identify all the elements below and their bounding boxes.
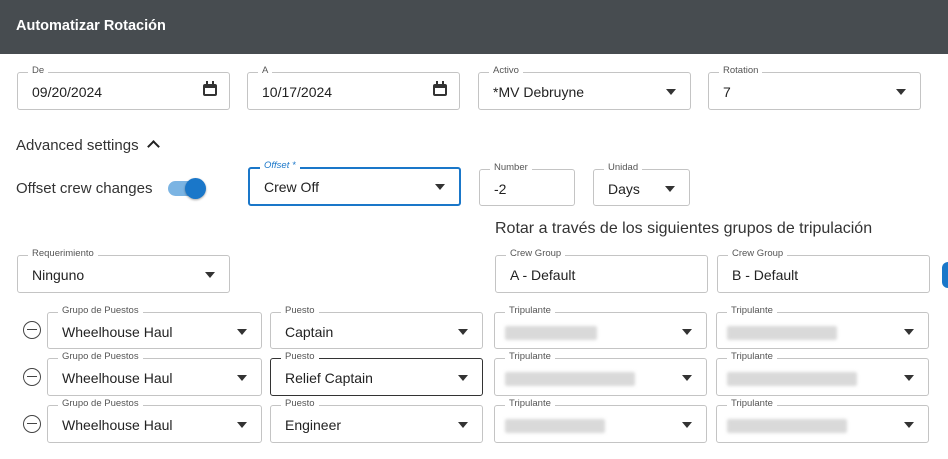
offset-label: Offset * xyxy=(260,160,300,172)
activo-select[interactable]: Activo *MV Debruyne xyxy=(478,65,691,110)
tripulante-a-select[interactable]: Tripulante xyxy=(494,351,707,396)
chevron-down-icon xyxy=(904,375,914,381)
puesto-select[interactable]: Puesto Relief Captain xyxy=(270,351,483,396)
tripulante-b-select[interactable]: Tripulante xyxy=(716,305,929,349)
grupo-puestos-value: Wheelhouse Haul xyxy=(62,370,173,386)
grupo-puestos-label: Grupo de Puestos xyxy=(58,351,143,363)
offset-crew-changes-label: Offset crew changes xyxy=(16,180,153,197)
grupo-puestos-value: Wheelhouse Haul xyxy=(62,417,173,433)
switch-knob[interactable] xyxy=(185,178,206,199)
calendar-icon[interactable] xyxy=(203,81,217,96)
requerimiento-label: Requerimiento xyxy=(28,248,98,260)
tripulante-b-select[interactable]: Tripulante xyxy=(716,351,929,396)
grupo-puestos-value: Wheelhouse Haul xyxy=(62,324,173,340)
number-input[interactable]: Number -2 xyxy=(479,162,575,206)
grupo-puestos-label: Grupo de Puestos xyxy=(58,305,143,317)
tripulante-b-select[interactable]: Tripulante xyxy=(716,398,929,443)
side-panel-handle[interactable] xyxy=(942,262,948,288)
unidad-value: Days xyxy=(608,181,640,197)
tripulante-label: Tripulante xyxy=(727,351,777,363)
grupo-puestos-select[interactable]: Grupo de Puestos Wheelhouse Haul xyxy=(47,305,262,349)
chevron-down-icon xyxy=(435,184,445,190)
date-to-value: 10/17/2024 xyxy=(262,84,333,100)
rotate-groups-heading: Rotar a través de los siguientes grupos … xyxy=(495,220,873,237)
chevron-down-icon xyxy=(665,186,675,192)
date-to-label: A xyxy=(258,65,273,77)
tripulante-a-select[interactable]: Tripulante xyxy=(494,398,707,443)
dialog-title: Automatizar Rotación xyxy=(16,18,166,34)
crew-group-label: Crew Group xyxy=(728,248,788,260)
chevron-down-icon xyxy=(458,329,468,335)
crew-group-value: B - Default xyxy=(732,267,799,283)
activo-label: Activo xyxy=(489,65,523,77)
chevron-down-icon xyxy=(237,329,247,335)
redacted-name xyxy=(505,372,635,386)
offset-value: Crew Off xyxy=(264,179,319,195)
unidad-select[interactable]: Unidad Days xyxy=(593,162,690,206)
dialog-title-bar: Automatizar Rotación xyxy=(0,0,948,54)
redacted-name xyxy=(727,419,847,433)
puesto-select[interactable]: Puesto Captain xyxy=(270,305,483,349)
chevron-down-icon xyxy=(666,89,676,95)
chevron-down-icon xyxy=(237,422,247,428)
puesto-value: Relief Captain xyxy=(285,370,373,386)
tripulante-label: Tripulante xyxy=(505,305,555,317)
rotation-select[interactable]: Rotation 7 xyxy=(708,65,921,110)
rotation-value: 7 xyxy=(723,84,731,100)
redacted-name xyxy=(727,372,857,386)
crew-group-label: Crew Group xyxy=(506,248,566,260)
date-to-field[interactable]: A 10/17/2024 xyxy=(247,65,460,110)
tripulante-label: Tripulante xyxy=(727,398,777,410)
number-value: -2 xyxy=(494,181,507,197)
tripulante-a-select[interactable]: Tripulante xyxy=(494,305,707,349)
puesto-label: Puesto xyxy=(281,351,319,363)
rotation-label: Rotation xyxy=(719,65,763,77)
grupo-puestos-select[interactable]: Grupo de Puestos Wheelhouse Haul xyxy=(47,351,262,396)
date-from-label: De xyxy=(28,65,49,77)
tripulante-label: Tripulante xyxy=(727,305,777,317)
chevron-down-icon xyxy=(205,272,215,278)
crew-group-value: A - Default xyxy=(510,267,576,283)
offset-select[interactable]: Offset * Crew Off xyxy=(248,160,461,206)
puesto-label: Puesto xyxy=(281,398,319,410)
chevron-down-icon xyxy=(682,375,692,381)
crew-group-a-field[interactable]: Crew Group A - Default xyxy=(495,248,708,293)
advanced-settings-title: Advanced settings xyxy=(16,137,139,154)
grupo-puestos-select[interactable]: Grupo de Puestos Wheelhouse Haul xyxy=(47,398,262,443)
grupo-puestos-label: Grupo de Puestos xyxy=(58,398,143,410)
tripulante-label: Tripulante xyxy=(505,351,555,363)
advanced-settings-toggle[interactable]: Advanced settings xyxy=(16,137,139,154)
puesto-value: Engineer xyxy=(285,417,342,433)
unidad-label: Unidad xyxy=(604,162,643,174)
requerimiento-select[interactable]: Requerimiento Ninguno xyxy=(17,248,230,293)
number-label: Number xyxy=(490,162,532,174)
puesto-label: Puesto xyxy=(281,305,319,317)
chevron-down-icon xyxy=(904,329,914,335)
chevron-down-icon xyxy=(237,375,247,381)
redacted-name xyxy=(727,326,837,340)
puesto-value: Captain xyxy=(285,324,334,340)
calendar-icon[interactable] xyxy=(433,81,447,96)
chevron-down-icon xyxy=(682,329,692,335)
date-from-field[interactable]: De 09/20/2024 xyxy=(17,65,230,110)
date-from-value: 09/20/2024 xyxy=(32,84,103,100)
chevron-down-icon xyxy=(458,375,468,381)
crew-group-b-field[interactable]: Crew Group B - Default xyxy=(717,248,930,293)
chevron-down-icon xyxy=(682,422,692,428)
tripulante-label: Tripulante xyxy=(505,398,555,410)
chevron-down-icon xyxy=(458,422,468,428)
chevron-up-icon[interactable] xyxy=(147,140,160,153)
activo-value: *MV Debruyne xyxy=(493,84,585,100)
redacted-name xyxy=(505,326,597,340)
minus-circle-icon[interactable] xyxy=(23,415,41,433)
minus-circle-icon[interactable] xyxy=(23,368,41,386)
requerimiento-value: Ninguno xyxy=(32,267,85,283)
minus-circle-icon[interactable] xyxy=(23,321,41,339)
puesto-select[interactable]: Puesto Engineer xyxy=(270,398,483,443)
chevron-down-icon xyxy=(904,422,914,428)
redacted-name xyxy=(505,419,605,433)
chevron-down-icon xyxy=(896,89,906,95)
